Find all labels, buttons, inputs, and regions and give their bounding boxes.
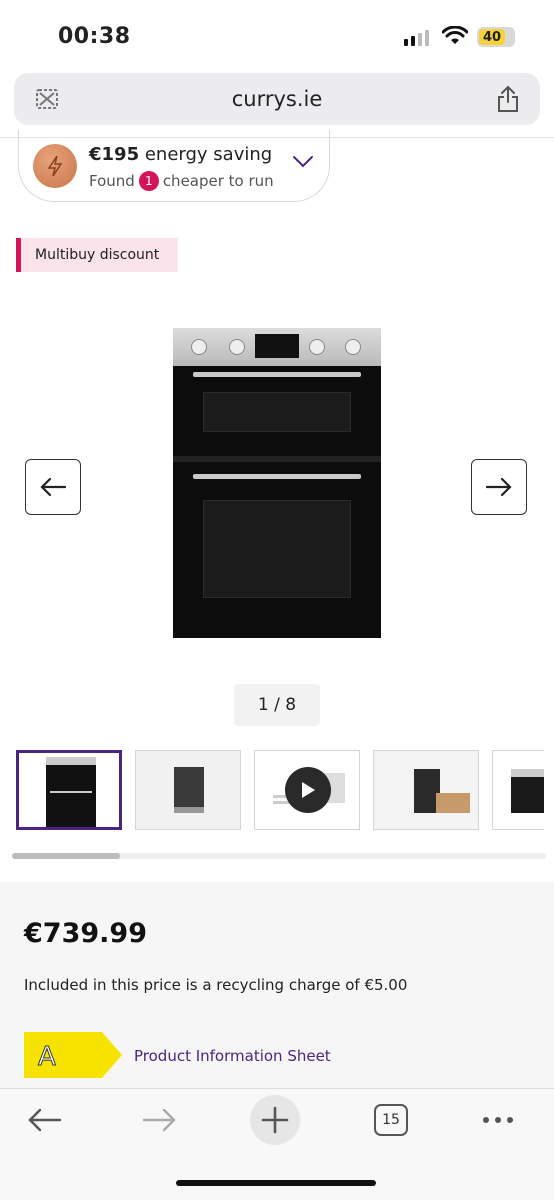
battery-indicator: 40 (477, 27, 515, 47)
multibuy-badge: Multibuy discount (16, 238, 178, 272)
energy-saving-title: €195 energy saving (89, 144, 272, 165)
forward-icon[interactable] (142, 1106, 178, 1134)
cheaper-label: cheaper to run (162, 172, 274, 190)
thumbnail-oven-partial[interactable] (492, 750, 544, 830)
thumbnail-scroll-thumb[interactable] (12, 853, 120, 859)
next-image-button[interactable] (471, 459, 527, 515)
thumbnail-oven-in-kitchen[interactable] (135, 750, 241, 830)
prev-image-button[interactable] (25, 459, 81, 515)
product-image[interactable] (173, 328, 381, 638)
plus-icon (261, 1106, 289, 1134)
energy-rating-letter: A (38, 1042, 56, 1072)
price-section: €739.99 Included in this price is a recy… (0, 882, 554, 1088)
wifi-icon (442, 26, 468, 44)
energy-saving-pill[interactable]: €195 energy saving Found 1 cheaper to ru… (18, 130, 330, 202)
energy-saving-subtitle: Found 1 cheaper to run (89, 171, 274, 191)
back-icon[interactable] (26, 1106, 62, 1134)
product-price: €739.99 (24, 918, 147, 949)
recycling-charge-text: Included in this price is a recycling ch… (24, 976, 408, 994)
lightning-bolt-icon (33, 144, 77, 188)
thumbnail-strip[interactable] (16, 750, 544, 832)
share-icon[interactable] (496, 85, 520, 113)
status-bar: 00:38 40 (0, 0, 554, 70)
energy-saving-suffix: energy saving (144, 144, 273, 165)
arrow-left-icon (40, 477, 67, 497)
found-label: Found (89, 172, 135, 190)
cellular-signal-icon (404, 28, 429, 46)
count-badge: 1 (138, 171, 159, 191)
more-options-icon[interactable] (480, 1110, 516, 1130)
status-time: 00:38 (58, 24, 131, 49)
energy-saving-amount: €195 (89, 144, 140, 165)
thumbnail-oven-side[interactable] (373, 750, 479, 830)
thumbnail-scrollbar[interactable] (12, 853, 546, 859)
image-counter: 1 / 8 (234, 684, 320, 726)
energy-rating-badge[interactable]: A (24, 1032, 122, 1078)
play-icon[interactable] (285, 767, 331, 813)
address-bar[interactable]: currys.ie (14, 73, 540, 125)
url-text[interactable]: currys.ie (232, 87, 323, 111)
chevron-down-icon[interactable] (291, 154, 315, 170)
tabs-button[interactable]: 15 (374, 1104, 408, 1136)
oven-control-panel (173, 328, 381, 366)
home-indicator[interactable] (176, 1180, 376, 1186)
thumbnail-video[interactable] (254, 750, 360, 830)
battery-level: 40 (479, 29, 506, 45)
product-info-sheet-link[interactable]: Product Information Sheet (134, 1047, 331, 1065)
tracker-shield-icon[interactable] (34, 87, 60, 111)
new-tab-button[interactable] (250, 1095, 300, 1145)
thumbnail-oven-front[interactable] (16, 750, 122, 830)
arrow-right-icon (485, 477, 512, 497)
